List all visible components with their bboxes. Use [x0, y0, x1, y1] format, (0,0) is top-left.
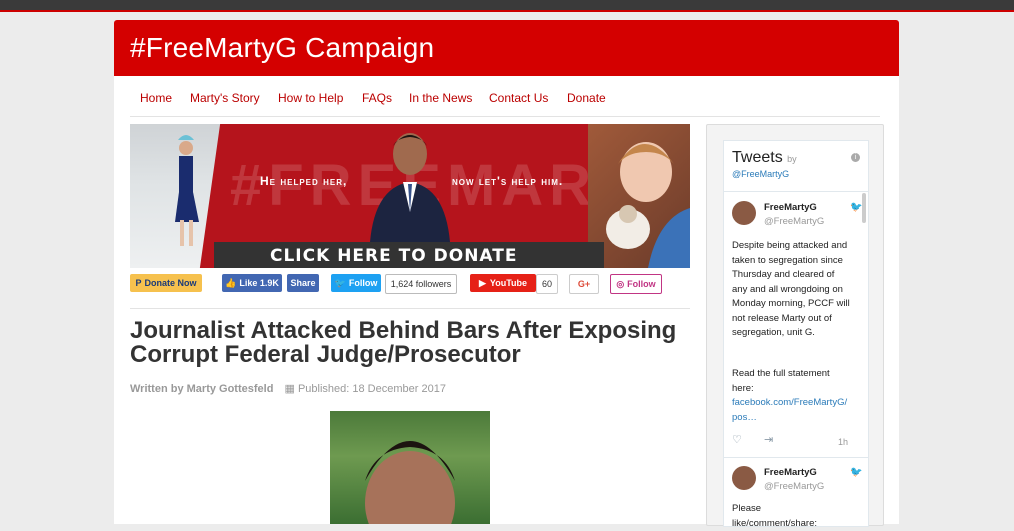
article-published: Published: 18 December 2017	[297, 383, 446, 395]
tweet-link[interactable]: facebook.com/FreeMartyG/pos…	[732, 396, 850, 425]
paypal-icon: P	[135, 278, 142, 288]
banner-right-text: now let's help him.	[452, 174, 564, 188]
twitter-bird-icon: 🐦	[850, 467, 863, 478]
tweet-author-name[interactable]: FreeMartyG	[764, 201, 817, 216]
share-icon[interactable]: ⇥	[764, 433, 773, 448]
avatar	[732, 466, 756, 490]
tweet-author-name[interactable]: FreeMartyG	[764, 466, 817, 481]
header-divider	[724, 191, 868, 192]
tweets-handle-link[interactable]: @FreeMartyG	[732, 169, 860, 179]
site-title[interactable]: #FreeMartyG Campaign	[130, 32, 434, 64]
nav-in-the-news[interactable]: In the News	[409, 91, 472, 105]
google-plus-button[interactable]: G+	[569, 274, 599, 294]
article-photo	[330, 411, 490, 524]
banner-left-text: He helped her,	[260, 174, 348, 188]
heart-icon[interactable]: ♡	[732, 433, 742, 448]
twitter-followers-count: 1,624 followers	[385, 274, 457, 294]
facebook-share-button[interactable]: Share	[287, 274, 319, 292]
instagram-icon: ◎	[616, 278, 625, 289]
youtube-play-icon: ▶	[478, 277, 486, 288]
main-nav: Home Marty's Story How to Help FAQs In t…	[130, 76, 880, 117]
scrollbar[interactable]	[862, 193, 866, 223]
skater-figure	[175, 135, 199, 246]
calendar-icon: ▦	[284, 383, 295, 395]
twitter-follow-button[interactable]: 🐦 Follow	[331, 274, 381, 292]
divider	[130, 308, 690, 309]
banner-marty-photo	[370, 133, 450, 242]
tweets-header: Tweets by @FreeMartyG	[732, 149, 860, 179]
nav-home[interactable]: Home	[140, 91, 172, 105]
donate-banner[interactable]: #FREEMARTYG He helped her, now let's hel…	[130, 124, 690, 268]
nav-donate[interactable]: Donate	[567, 91, 606, 105]
tweet-author-handle[interactable]: @FreeMartyG	[764, 480, 824, 495]
thumbs-up-icon: 👍	[225, 277, 237, 288]
twitter-bird-icon: 🐦	[850, 202, 863, 213]
tweets-heading: Tweets	[732, 149, 783, 166]
tweet-text: Please like/comment/share:	[732, 503, 818, 529]
info-icon[interactable]: i	[851, 153, 860, 162]
tweet-author-handle[interactable]: @FreeMartyG	[764, 215, 824, 230]
tweet-text: Despite being attacked and taken to segr…	[732, 240, 850, 338]
site-header: #FreeMartyG Campaign	[114, 20, 899, 76]
instagram-follow-button[interactable]: ◎ Follow	[610, 274, 662, 294]
page-body: Home Marty's Story How to Help FAQs In t…	[114, 76, 899, 529]
tweet-time[interactable]: 1h	[838, 435, 848, 450]
youtube-subscribe-button[interactable]: ▶ YouTube	[470, 274, 536, 292]
article-author: Written by Marty Gottesfeld	[130, 383, 274, 395]
nav-faqs[interactable]: FAQs	[362, 91, 392, 105]
tweet-text-2: Read the full statement here:	[732, 368, 830, 394]
banner-cta-text[interactable]: CLICK HERE TO DONATE	[270, 246, 517, 266]
twitter-sidebar: Tweets by @FreeMartyG i FreeMartyG @Free…	[706, 124, 884, 529]
article-meta: Written by Marty Gottesfeld ▦ Published:…	[130, 382, 446, 395]
article-title[interactable]: Journalist Attacked Behind Bars After Ex…	[130, 319, 690, 367]
top-strip	[0, 0, 1014, 12]
twitter-bird-icon: 🐦	[334, 277, 346, 288]
tweet-divider	[724, 457, 868, 458]
tweets-by: by	[787, 154, 797, 164]
youtube-subscriber-count: 60	[536, 274, 558, 294]
nav-how-to-help[interactable]: How to Help	[278, 91, 343, 105]
facebook-like-button[interactable]: 👍 Like 1.9K	[222, 274, 282, 292]
donate-now-button[interactable]: P Donate Now	[130, 274, 202, 292]
twitter-timeline-widget: Tweets by @FreeMartyG i FreeMartyG @Free…	[723, 140, 869, 529]
avatar	[732, 201, 756, 225]
nav-contact-us[interactable]: Contact Us	[489, 91, 548, 105]
nav-martys-story[interactable]: Marty's Story	[190, 91, 260, 105]
